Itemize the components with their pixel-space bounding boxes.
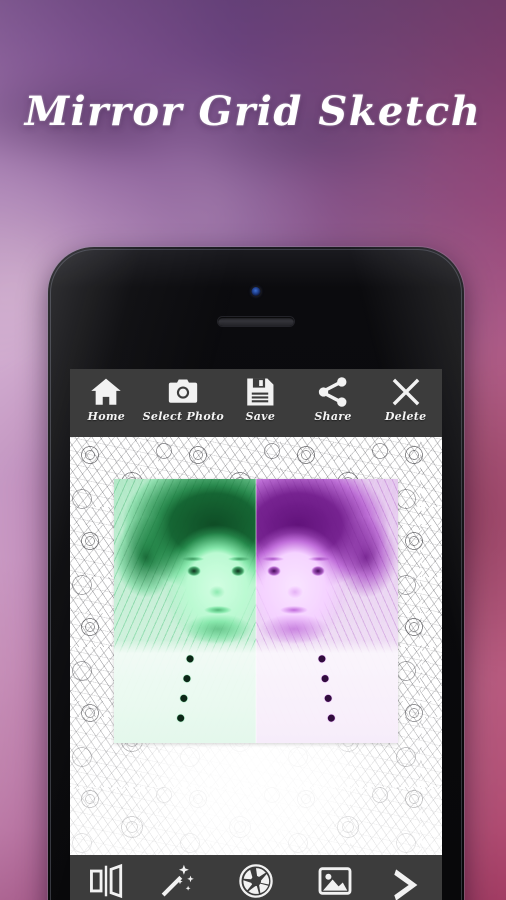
chevron-right-icon bbox=[388, 867, 424, 900]
change-color-button[interactable]: Change Color bbox=[212, 863, 299, 900]
mirror-button[interactable]: Mirror bbox=[70, 863, 141, 900]
front-camera-icon bbox=[251, 287, 261, 296]
shirt-buttons-left bbox=[175, 654, 195, 733]
select-photo-button[interactable]: Select Photo bbox=[143, 375, 224, 423]
save-button[interactable]: Save bbox=[224, 375, 297, 423]
share-nodes-icon bbox=[316, 375, 350, 409]
page-title: Mirror Grid Sketch bbox=[24, 88, 482, 135]
home-icon bbox=[89, 375, 123, 409]
next-button[interactable] bbox=[371, 863, 442, 900]
home-label: Home bbox=[87, 410, 126, 423]
bottom-toolbar: Mirror Effect bbox=[70, 855, 442, 900]
share-button[interactable]: Share bbox=[297, 375, 370, 423]
photo-canvas[interactable] bbox=[70, 437, 442, 855]
portrait-image-left bbox=[114, 479, 256, 743]
share-label: Share bbox=[314, 410, 352, 423]
image-picture-icon bbox=[317, 863, 353, 899]
aperture-icon bbox=[238, 863, 274, 899]
delete-button[interactable]: Delete bbox=[369, 375, 442, 423]
phone-screen: Home Select Photo Save Share Delete bbox=[70, 369, 442, 900]
earpiece-speaker bbox=[218, 317, 294, 326]
close-x-icon bbox=[389, 375, 423, 409]
portrait-image-right bbox=[256, 479, 398, 743]
mirrored-photo[interactable] bbox=[114, 479, 398, 743]
save-label: Save bbox=[245, 410, 276, 423]
photo-half-left[interactable] bbox=[114, 479, 256, 743]
floppy-disk-icon bbox=[243, 375, 277, 409]
phone-mockup: Home Select Photo Save Share Delete bbox=[48, 247, 464, 900]
select-photo-label: Select Photo bbox=[142, 410, 225, 423]
mirror-flip-icon bbox=[88, 863, 124, 899]
mirror-seam-divider bbox=[255, 479, 257, 743]
home-button[interactable]: Home bbox=[70, 375, 143, 423]
delete-label: Delete bbox=[384, 410, 427, 423]
photo-half-right[interactable] bbox=[256, 479, 398, 743]
magic-wand-icon bbox=[159, 863, 195, 899]
top-toolbar: Home Select Photo Save Share Delete bbox=[70, 369, 442, 437]
shirt-buttons-right bbox=[317, 654, 337, 733]
background-color-button[interactable]: Background color bbox=[300, 863, 371, 900]
camera-icon bbox=[166, 375, 200, 409]
effect-button[interactable]: Effect bbox=[141, 863, 212, 900]
